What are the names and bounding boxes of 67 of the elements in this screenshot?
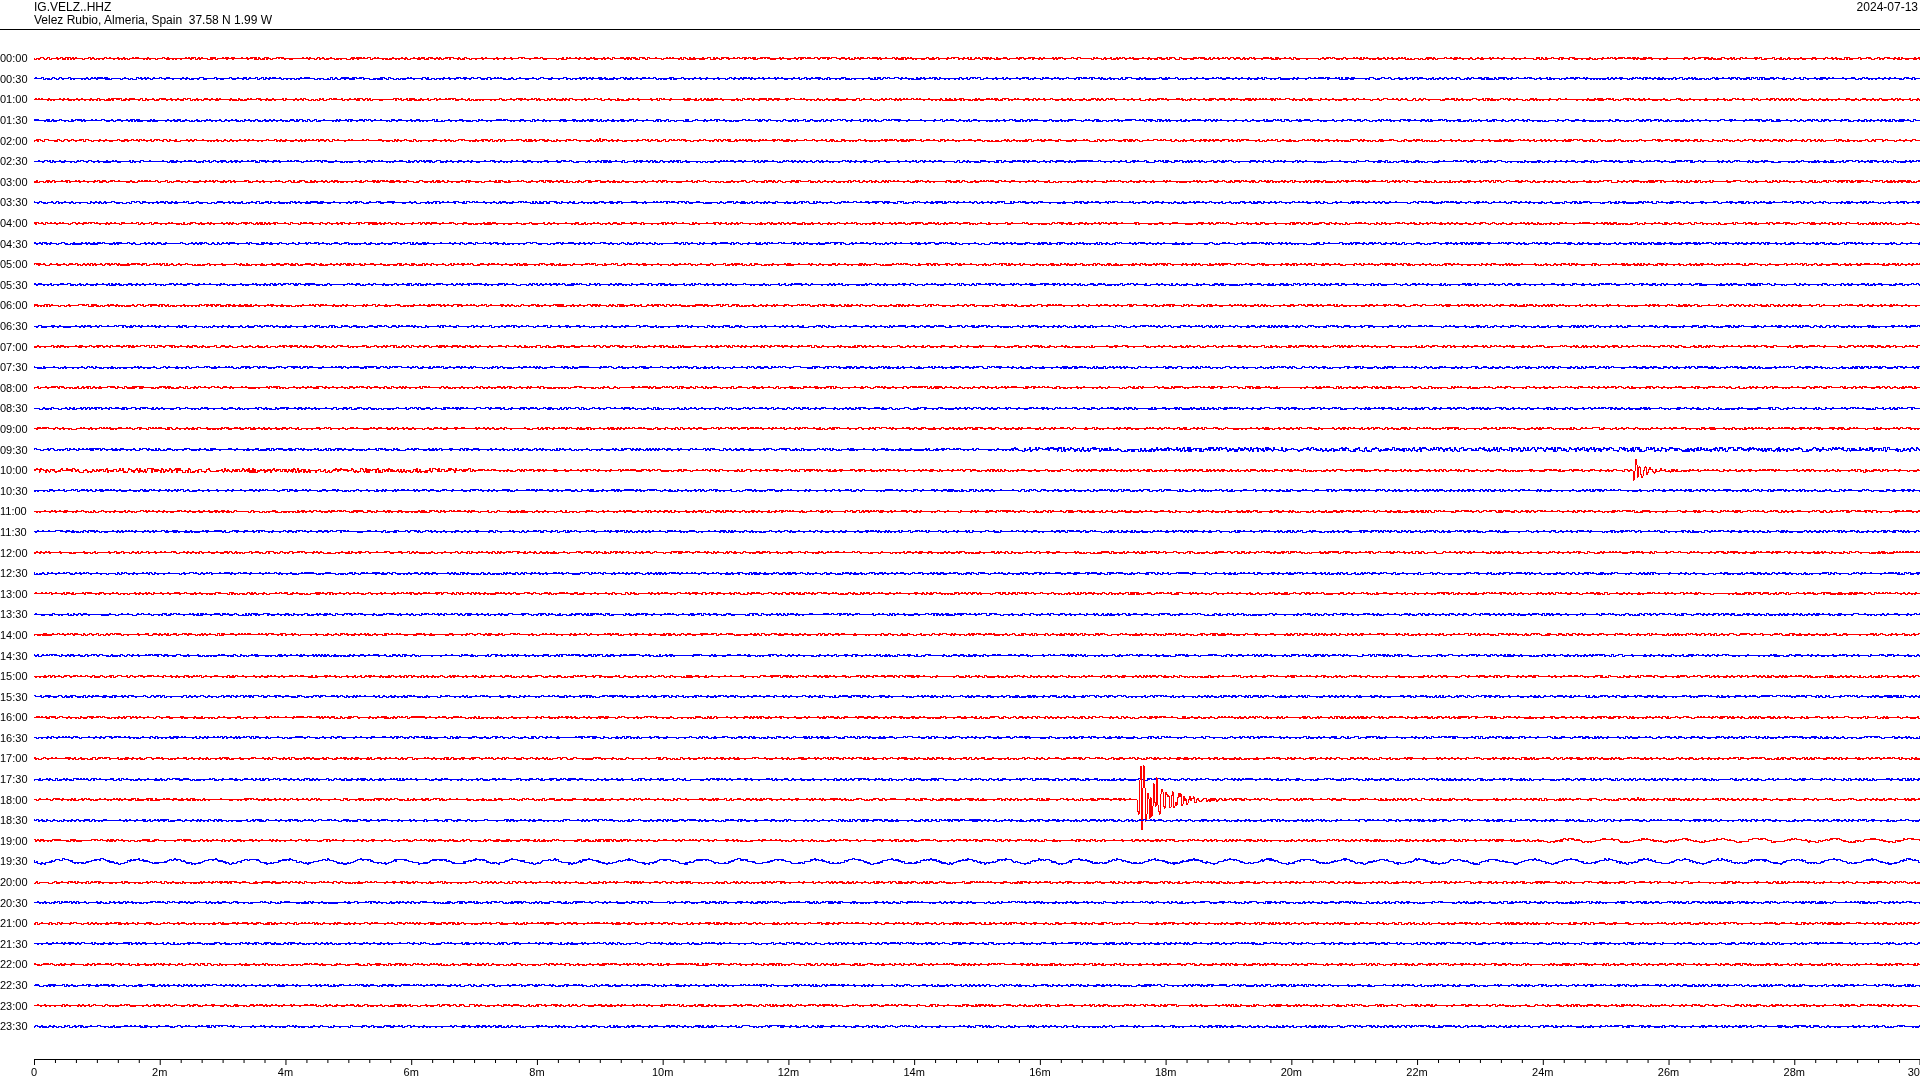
row-time-label: 09:30 xyxy=(0,443,29,456)
row-time-label: 21:00 xyxy=(0,917,29,930)
row-time-label: 03:30 xyxy=(0,196,29,209)
row-time-label: 10:00 xyxy=(0,464,29,477)
axis-label: 0 xyxy=(30,1065,38,1078)
axis-label: 14m xyxy=(903,1065,925,1078)
axis-label: 6m xyxy=(403,1065,419,1078)
row-time-label: 22:00 xyxy=(0,958,29,971)
row-time-label: 13:00 xyxy=(0,587,29,600)
axis-label: 20m xyxy=(1280,1065,1303,1078)
row-time-label: 17:30 xyxy=(0,773,29,786)
row-time-label: 01:30 xyxy=(0,114,29,127)
station-code: IG.VELZ..HHZ xyxy=(34,1,113,14)
row-time-label: 00:00 xyxy=(0,52,29,65)
axis-label: 28m xyxy=(1783,1065,1805,1078)
axis-label: 18m xyxy=(1154,1065,1177,1078)
row-time-label: 20:30 xyxy=(0,896,29,909)
row-time-label: 07:30 xyxy=(0,361,29,374)
row-time-label: 23:00 xyxy=(0,999,29,1012)
row-time-label: 01:00 xyxy=(0,93,29,106)
axis-label: 4m xyxy=(277,1065,294,1078)
row-time-label: 18:00 xyxy=(0,793,29,806)
axis-label: 22m xyxy=(1406,1065,1428,1078)
axis-label: 30 xyxy=(1907,1065,1920,1078)
row-time-label: 02:00 xyxy=(0,134,29,147)
row-time-label: 05:00 xyxy=(0,258,29,271)
row-time-label: 18:30 xyxy=(0,814,29,827)
row-time-label: 09:00 xyxy=(0,423,29,435)
row-time-label: 07:00 xyxy=(0,340,29,353)
row-time-label: 13:30 xyxy=(0,608,29,621)
row-time-label: 14:00 xyxy=(0,628,29,641)
row-time-label: 03:00 xyxy=(0,175,29,188)
row-time-label: 02:30 xyxy=(0,155,29,168)
row-time-label: 15:00 xyxy=(0,670,29,683)
row-time-label: 19:00 xyxy=(0,834,29,847)
row-time-label: 17:00 xyxy=(0,752,29,765)
row-time-label: 20:00 xyxy=(0,876,29,889)
row-time-label: 22:30 xyxy=(0,979,29,991)
row-time-label: 21:30 xyxy=(0,937,29,950)
axis-label: 26m xyxy=(1657,1065,1680,1078)
row-time-label: 11:00 xyxy=(0,505,28,518)
axis-label: 2m xyxy=(152,1065,168,1078)
row-time-label: 16:00 xyxy=(0,711,29,724)
plot-date: 2024-07-13 xyxy=(1856,1,1919,16)
axis-label: 12m xyxy=(777,1065,800,1078)
row-time-label: 10:30 xyxy=(0,484,29,497)
row-time-label: 12:30 xyxy=(0,567,29,580)
axis-label: 10m xyxy=(651,1065,674,1078)
row-time-label: 08:00 xyxy=(0,381,29,394)
row-time-label: 23:30 xyxy=(0,1020,29,1033)
row-time-label: 14:30 xyxy=(0,649,29,662)
axis-label: 8m xyxy=(529,1065,545,1078)
row-time-label: 04:00 xyxy=(0,217,29,230)
row-time-label: 15:30 xyxy=(0,690,29,703)
row-time-label: 19:30 xyxy=(0,855,29,868)
row-time-label: 12:00 xyxy=(0,546,29,559)
axis-label: 16m xyxy=(1029,1065,1051,1078)
row-time-label: 11:30 xyxy=(0,525,28,538)
station-location: Velez Rubio, Almeria, Spain 37.58 N 1.99 W xyxy=(34,14,273,27)
row-time-label: 16:30 xyxy=(0,731,29,744)
row-time-label: 08:30 xyxy=(0,402,29,415)
row-time-label: 05:30 xyxy=(0,278,29,291)
row-time-label: 06:00 xyxy=(0,299,29,312)
row-time-label: 00:30 xyxy=(0,72,29,85)
axis-label: 24m xyxy=(1532,1065,1554,1078)
row-time-label: 06:30 xyxy=(0,320,29,332)
row-time-label: 04:30 xyxy=(0,237,29,250)
